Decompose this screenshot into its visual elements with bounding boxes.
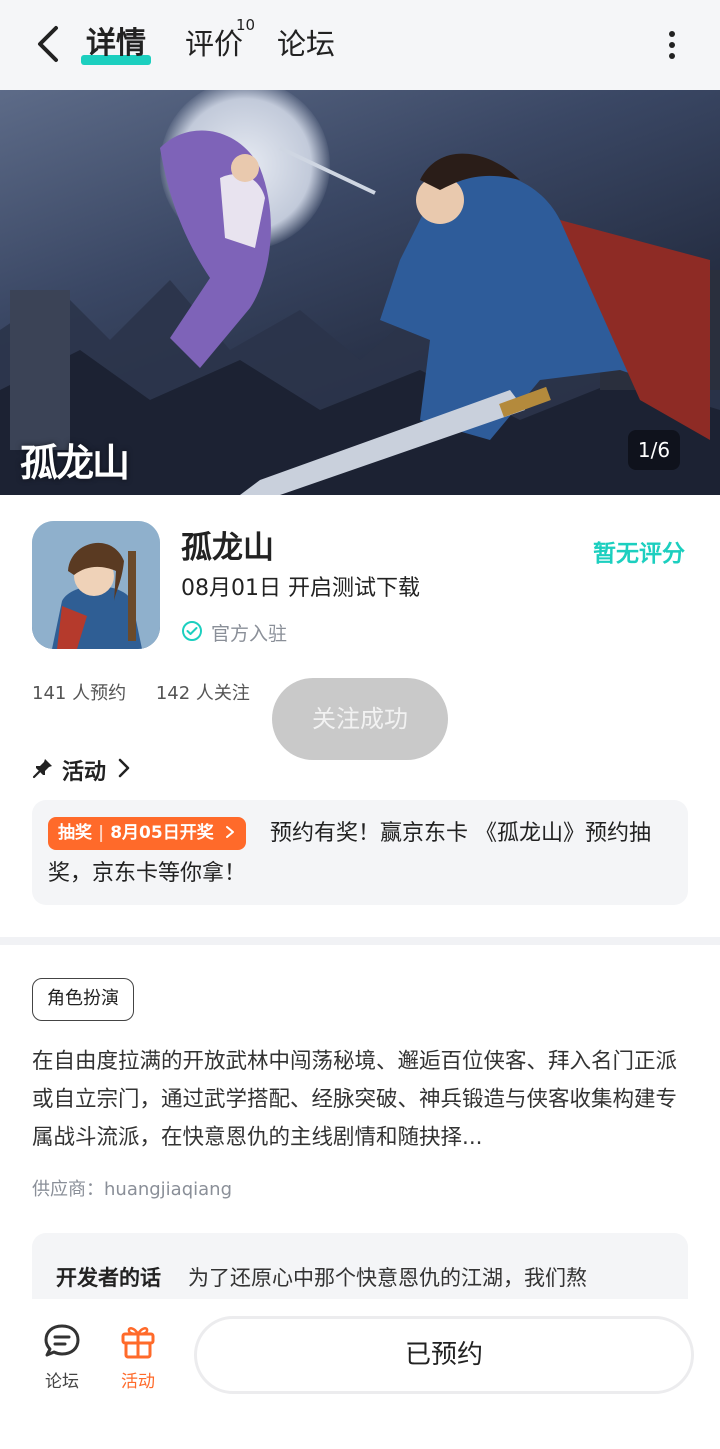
app-release-info: 08月01日 开启测试下载 (181, 576, 420, 601)
review-count-badge: 10 (236, 16, 256, 34)
lottery-draw-date: 8月05日开奖 (110, 823, 214, 843)
bottom-forum-button[interactable]: 论坛 (32, 1321, 92, 1392)
activity-section-label: 活动 (62, 760, 107, 785)
pin-icon (32, 759, 52, 779)
follow-success-toast: 关注成功 (272, 678, 448, 760)
developer-note-title: 开发者的话 (56, 1266, 161, 1290)
reserved-button[interactable]: 已预约 (194, 1316, 694, 1394)
developer-note-card[interactable]: 开发者的话 为了还原心中那个快意恩仇的江湖，我们熬 (32, 1233, 688, 1299)
tag-chevron-icon (225, 826, 234, 838)
gift-icon (121, 1327, 155, 1359)
follower-count: 142 人关注 (155, 683, 250, 704)
genre-tag[interactable]: 角色扮演 (32, 978, 134, 1021)
top-nav-bar: 详情 评价 10 论坛 (0, 0, 720, 90)
verified-check-icon (182, 621, 202, 641)
bottom-activity-button[interactable]: 活动 (108, 1321, 168, 1392)
supplier-info: 供应商：huangjiaqiang (32, 1179, 233, 1200)
tab-detail[interactable]: 详情 (86, 24, 146, 64)
game-logo: 孤龙山 (20, 440, 130, 485)
chevron-right-icon (118, 758, 130, 778)
app-stats: 141 人预约 142 人关注 (32, 679, 274, 705)
banner-carousel[interactable]: 孤龙山 1/6 (0, 90, 720, 495)
tab-review[interactable]: 评价 (185, 24, 243, 64)
game-description[interactable]: 在自由度拉满的开放武林中闯荡秘境、邂逅百位侠客、拜入名门正派或自立宗门，通过武学… (32, 1043, 688, 1157)
forum-chat-icon (44, 1324, 80, 1357)
bottom-forum-label: 论坛 (45, 1372, 79, 1392)
bottom-action-bar: 论坛 活动 已预约 (0, 1299, 720, 1449)
tag-separator: | (98, 823, 105, 843)
more-options-icon[interactable] (660, 28, 684, 62)
app-icon-artwork (32, 521, 160, 649)
activity-card[interactable]: 预约有奖！赢京东卡 《孤龙山》预约抽奖，京东卡等你拿！ 抽奖 | 8月05日开奖 (32, 800, 688, 905)
official-label: 官方入驻 (211, 623, 288, 645)
app-icon (32, 521, 160, 649)
developer-note-text: 为了还原心中那个快意恩仇的江湖，我们熬 (188, 1266, 587, 1290)
tab-forum[interactable]: 论坛 (277, 24, 335, 64)
back-arrow-icon[interactable] (30, 22, 66, 66)
lottery-type: 抽奖 (58, 823, 92, 843)
app-name: 孤龙山 (181, 530, 274, 566)
section-divider (0, 937, 720, 945)
reservation-count: 141 人预约 (32, 683, 127, 704)
bottom-activity-label: 活动 (121, 1372, 155, 1392)
lottery-tag: 抽奖 | 8月05日开奖 (48, 817, 246, 850)
banner-page-counter: 1/6 (628, 430, 680, 470)
rating-text: 暂无评分 (593, 541, 685, 567)
